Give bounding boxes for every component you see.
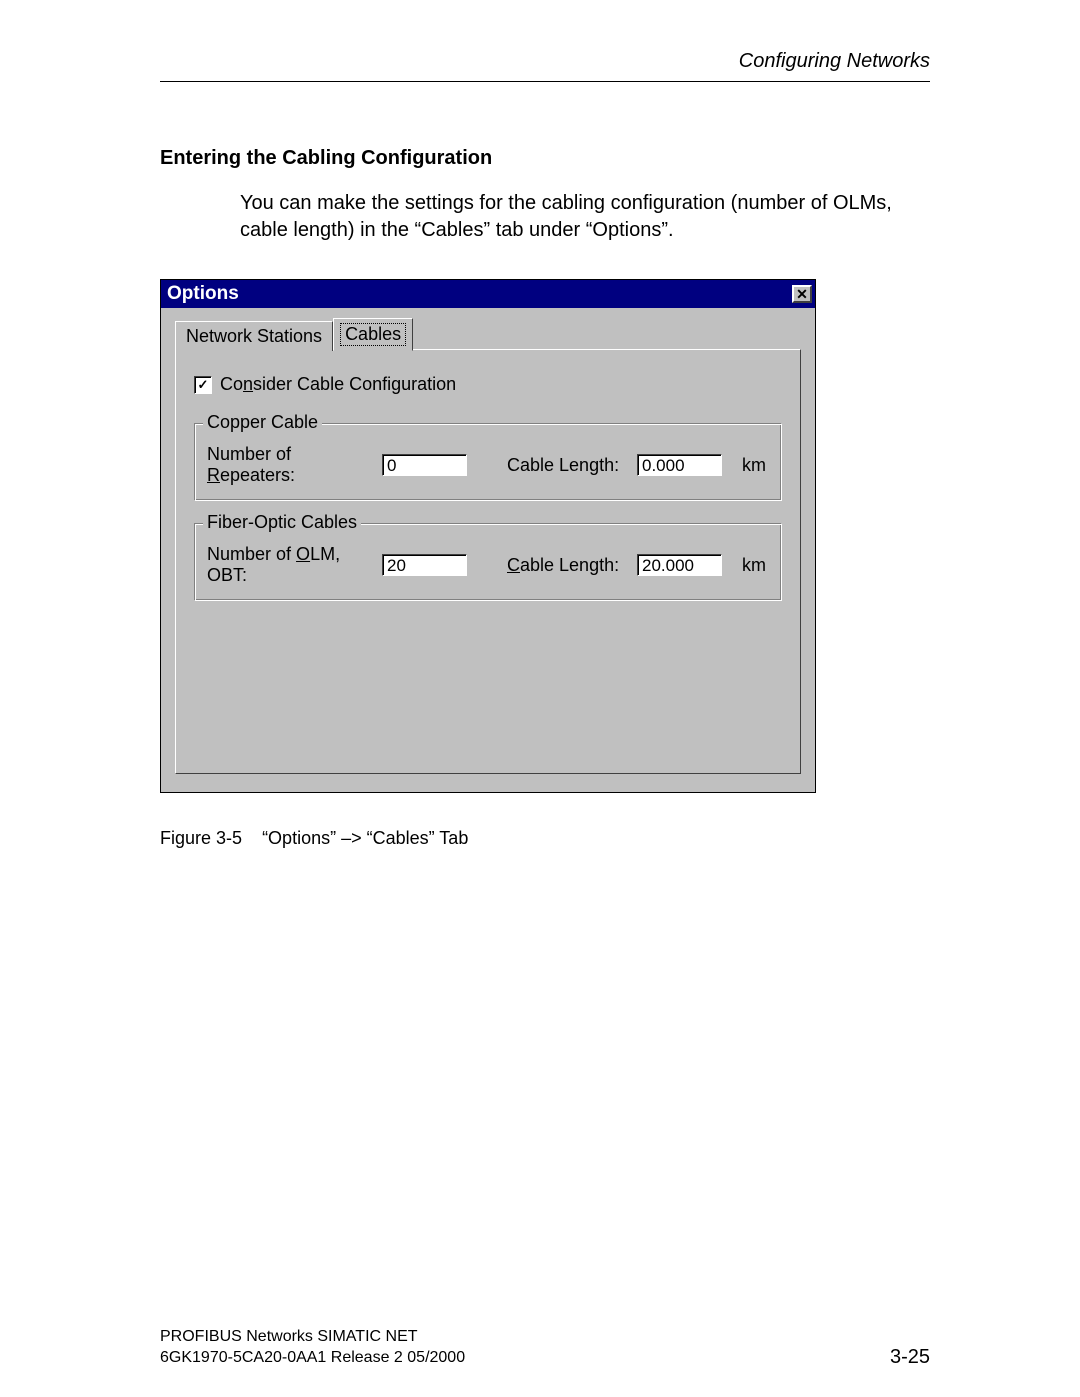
consider-cable-label: Consider Cable Configuration <box>220 374 456 395</box>
olm-input[interactable]: 20 <box>382 554 467 576</box>
chapter-header: Configuring Networks <box>160 50 930 82</box>
copper-length-label: Cable Length: <box>507 455 637 476</box>
tab-network-stations[interactable]: Network Stations <box>175 321 333 351</box>
consider-cable-checkbox[interactable]: ✓ <box>194 376 212 394</box>
options-dialog: Options ✕ Network Stations Cables ✓ Cons… <box>160 279 816 793</box>
groupbox-fiber-title: Fiber-Optic Cables <box>203 512 361 533</box>
footer-line1: PROFIBUS Networks SIMATIC NET <box>160 1327 465 1348</box>
olm-label: Number of OLM, OBT: <box>207 544 382 586</box>
section-heading: Entering the Cabling Configuration <box>160 147 930 170</box>
close-icon[interactable]: ✕ <box>792 285 812 303</box>
figure-caption: Figure 3-5 “Options” –> “Cables” Tab <box>160 828 930 849</box>
section-paragraph: You can make the settings for the cablin… <box>240 190 930 244</box>
fiber-length-input[interactable]: 20.000 <box>637 554 722 576</box>
repeaters-input[interactable]: 0 <box>382 454 467 476</box>
dialog-titlebar: Options ✕ <box>161 280 815 308</box>
page-number: 3-25 <box>890 1346 930 1369</box>
fiber-length-unit: km <box>742 555 766 576</box>
tab-label: Cables <box>340 323 406 346</box>
tab-cables[interactable]: Cables <box>333 318 413 351</box>
copper-length-input[interactable]: 0.000 <box>637 454 722 476</box>
groupbox-copper-title: Copper Cable <box>203 412 322 433</box>
copper-length-unit: km <box>742 455 766 476</box>
fiber-length-label: Cable Length: <box>507 555 637 576</box>
tab-panel-cables: ✓ Consider Cable Configuration Copper Ca… <box>175 349 801 774</box>
page-footer: PROFIBUS Networks SIMATIC NET 6GK1970-5C… <box>160 1327 930 1369</box>
tab-strip: Network Stations Cables <box>175 318 801 351</box>
repeaters-label: Number of Repeaters: <box>207 444 382 486</box>
groupbox-copper: Copper Cable Number of Repeaters: 0 Cabl… <box>194 423 782 501</box>
groupbox-fiber: Fiber-Optic Cables Number of OLM, OBT: 2… <box>194 523 782 601</box>
dialog-title: Options <box>167 283 239 305</box>
footer-line2: 6GK1970-5CA20-0AA1 Release 2 05/2000 <box>160 1348 465 1369</box>
